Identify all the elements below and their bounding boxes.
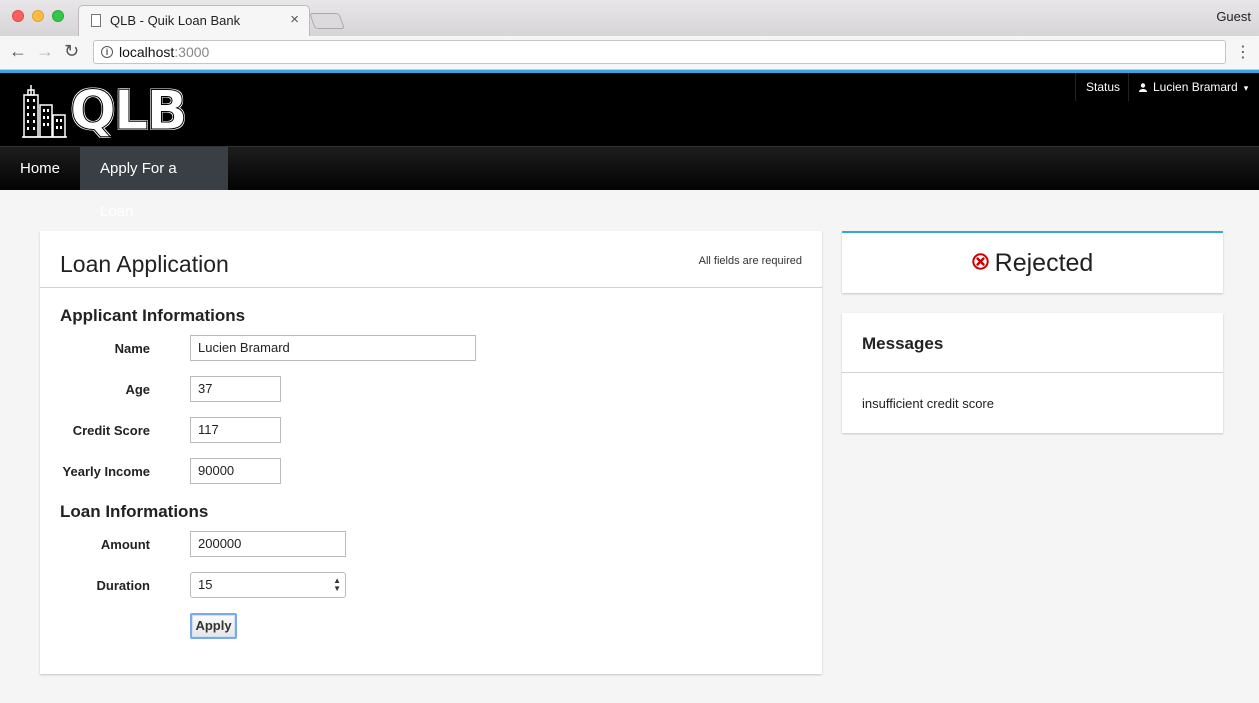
credit-score-input[interactable]: 117: [190, 417, 281, 443]
nav-item-apply-for-loan[interactable]: Apply For a Loan: [80, 147, 228, 220]
browser-tab[interactable]: QLB - Quik Loan Bank ×: [78, 5, 310, 36]
age-input[interactable]: 37: [190, 376, 281, 402]
chevron-down-icon: ▾: [1243, 83, 1249, 93]
address-bar[interactable]: i localhost:3000: [93, 40, 1226, 64]
error-circle-icon: [971, 253, 989, 270]
url-port: :3000: [174, 44, 210, 60]
status-link[interactable]: Status: [1075, 73, 1130, 101]
age-label: Age: [125, 382, 150, 397]
reload-icon[interactable]: ↻: [64, 41, 79, 62]
name-row: Name Lucien Bramard: [40, 335, 822, 365]
yearly-income-label: Yearly Income: [62, 464, 150, 479]
amount-input[interactable]: 200000: [190, 531, 346, 557]
applicant-section-title: Applicant Informations: [60, 306, 246, 325]
user-name: Lucien Bramard: [1153, 80, 1238, 94]
logo-text: QLB: [69, 79, 187, 143]
age-row: Age 37: [40, 376, 822, 406]
primary-nav: Home Apply For a Loan: [0, 146, 1259, 220]
forward-arrow-icon[interactable]: →: [36, 41, 54, 62]
divider: [40, 287, 822, 288]
duration-row: Duration 15 ▲ ▼: [40, 572, 822, 602]
tab-close-icon[interactable]: ×: [290, 11, 299, 28]
profile-label[interactable]: Guest: [1216, 9, 1251, 24]
url-host: localhost: [119, 44, 175, 60]
credit-score-row: Credit Score 117: [40, 417, 822, 447]
minimize-window-icon[interactable]: [32, 10, 44, 22]
browser-titlebar: QLB - Quik Loan Bank × Guest: [0, 0, 1259, 36]
required-note: All fields are required: [698, 255, 802, 267]
loan-section-title: Loan Informations: [60, 502, 209, 521]
browser-menu-icon[interactable]: ⋮: [1235, 42, 1251, 62]
credit-score-label: Credit Score: [72, 423, 150, 438]
messages-title: Messages: [862, 334, 944, 353]
new-tab-button[interactable]: [309, 13, 345, 29]
card-title: Loan Application: [60, 251, 229, 277]
duration-label: Duration: [96, 578, 150, 593]
duration-select[interactable]: 15 ▲ ▼: [190, 572, 346, 598]
url-text: localhost:3000: [119, 44, 209, 60]
yearly-income-row: Yearly Income 90000: [40, 458, 822, 488]
duration-value: 15: [198, 577, 213, 592]
browser-toolbar: ← → ↻ i localhost:3000 ⋮: [0, 36, 1259, 70]
messages-card: Messages insufficient credit score: [842, 313, 1223, 433]
amount-row: Amount 200000: [40, 531, 822, 561]
status-content: Rejected: [842, 249, 1223, 278]
qlb-logo[interactable]: QLB: [20, 79, 188, 143]
city-buildings-icon: [22, 85, 67, 138]
status-card: Rejected: [842, 231, 1223, 293]
apply-button[interactable]: Apply: [190, 613, 237, 639]
maximize-window-icon[interactable]: [52, 10, 64, 22]
message-item: insufficient credit score: [862, 396, 994, 411]
info-icon[interactable]: i: [101, 46, 113, 58]
yearly-income-input[interactable]: 90000: [190, 458, 281, 484]
name-input[interactable]: Lucien Bramard: [190, 335, 476, 361]
divider: [842, 372, 1223, 373]
status-text: Rejected: [994, 249, 1094, 277]
user-icon: [1139, 83, 1147, 92]
user-menu[interactable]: Lucien Bramard ▾: [1128, 73, 1256, 101]
nav-item-home[interactable]: Home: [0, 147, 80, 190]
close-window-icon[interactable]: [12, 10, 24, 22]
app-header: QLB Status Lucien Bramard ▾: [0, 73, 1259, 146]
page-icon: [91, 14, 101, 27]
name-label: Name: [114, 341, 150, 356]
tab-title: QLB - Quik Loan Bank: [110, 13, 241, 28]
back-arrow-icon[interactable]: ←: [9, 41, 27, 62]
amount-label: Amount: [100, 537, 150, 552]
loan-application-card: Loan Application All fields are required…: [40, 231, 822, 674]
select-arrows-icon: ▲ ▼: [333, 576, 341, 593]
